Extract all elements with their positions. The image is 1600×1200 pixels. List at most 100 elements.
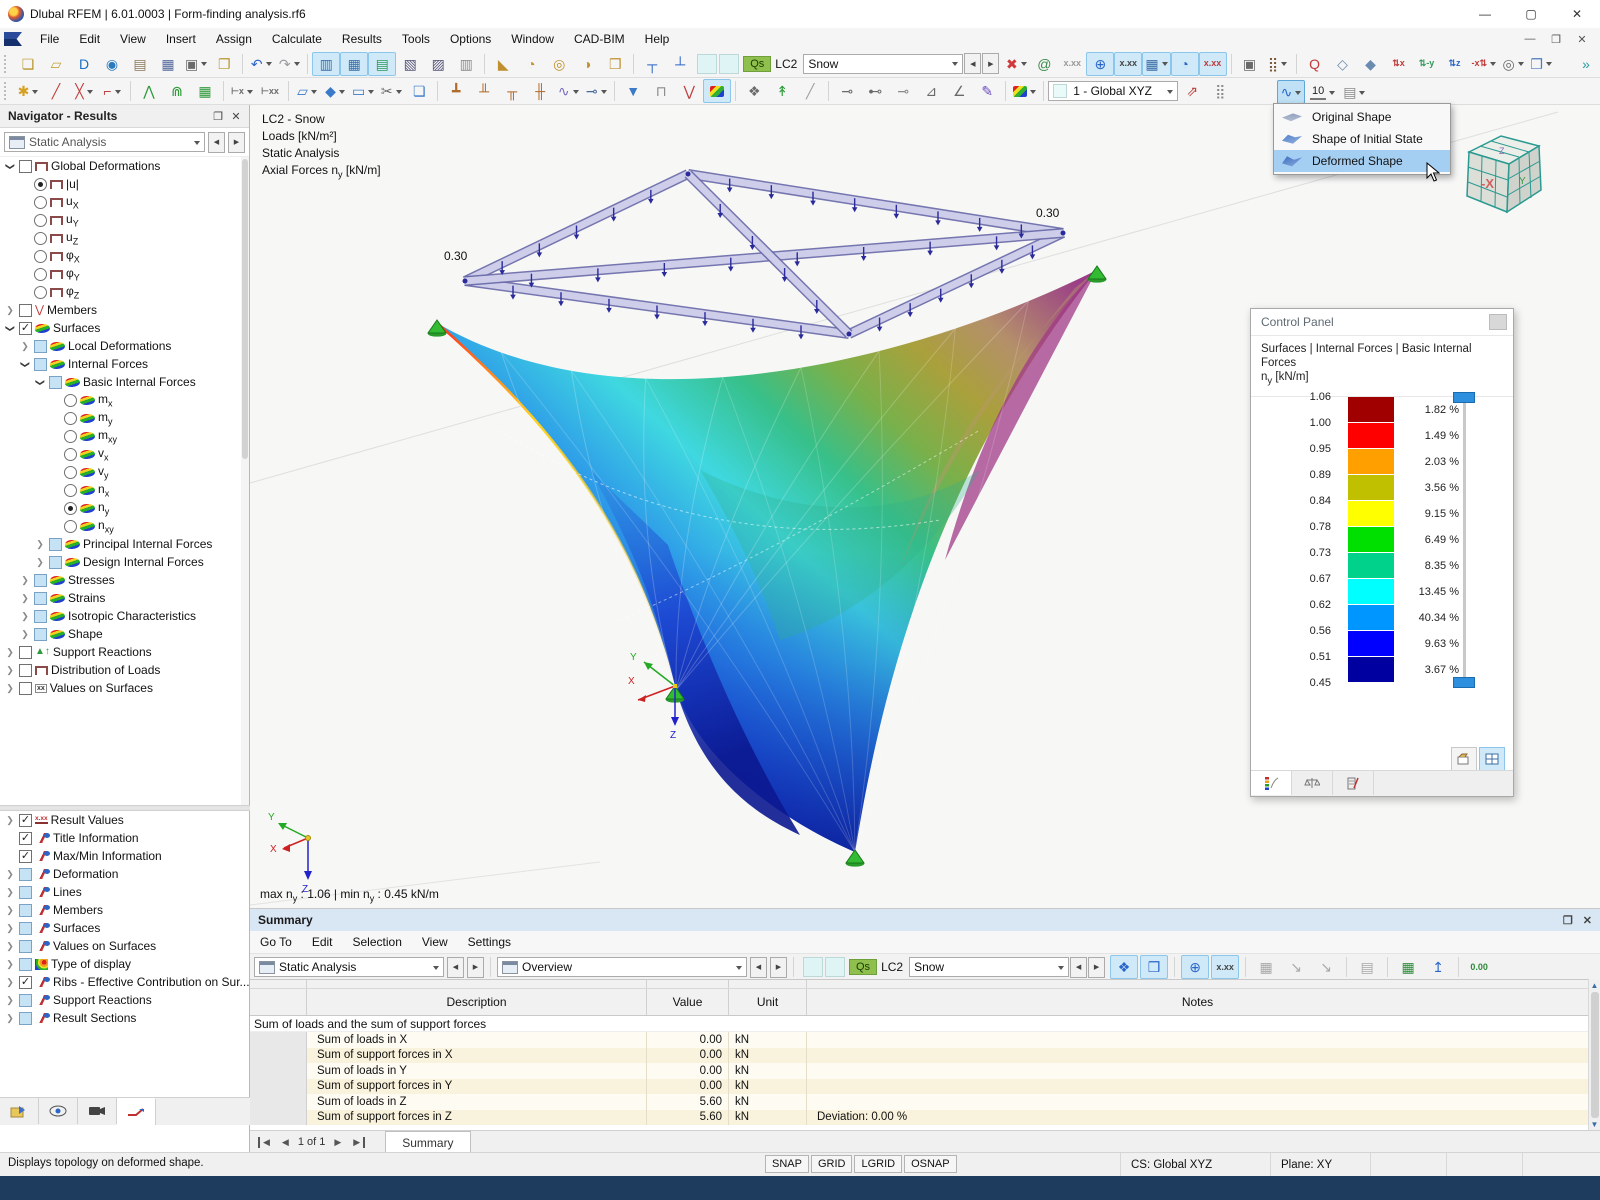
checkbox-pa[interactable] <box>19 885 32 899</box>
result-section-3-icon[interactable]: ⊸ <box>889 79 917 103</box>
toggle-snap[interactable]: SNAP <box>765 1155 809 1173</box>
toggle-osnap[interactable]: OSNAP <box>904 1155 957 1173</box>
display-item-result-sections[interactable]: ❯ Result Sections <box>0 1009 250 1027</box>
printout-report-icon[interactable]: ❐ <box>210 52 238 76</box>
analysis-type-combo[interactable]: Static Analysis <box>4 132 205 152</box>
checkbox-pa[interactable] <box>19 957 32 971</box>
display-item-type-of-display[interactable]: ❯ Type of display <box>0 955 250 973</box>
ucs-icon[interactable]: ⇗ <box>1178 79 1206 103</box>
filter-loads-icon[interactable]: ✖ <box>1002 52 1030 76</box>
member-diagram-frame-icon[interactable]: ⊓ <box>647 79 675 103</box>
checkbox-pa[interactable] <box>19 1011 32 1025</box>
tree-item-internal-forces[interactable]: ❯ Internal Forces <box>0 355 241 373</box>
expander-icon[interactable]: ❯ <box>4 305 16 316</box>
tree-item-local-deformations[interactable]: ❯ Local Deformations <box>0 337 241 355</box>
result-section-4-icon[interactable]: ⊿ <box>917 79 945 103</box>
summary-analysis-combo[interactable]: Static Analysis <box>254 957 444 977</box>
page-first-button[interactable]: ◀ <box>258 1136 273 1148</box>
expander-icon[interactable]: ❯ <box>4 1013 16 1024</box>
radio-unselected[interactable] <box>64 411 77 425</box>
dimension-x-icon[interactable]: ⊢x <box>228 79 256 103</box>
tree-item-m[interactable]: mx <box>0 391 241 409</box>
tree-item-surfaces[interactable]: ❯ ✓ Surfaces <box>0 319 241 337</box>
insert-node-top-icon[interactable]: ┬ <box>638 52 666 76</box>
checkbox-pa[interactable] <box>34 627 47 641</box>
deformed-shape-button[interactable]: ∿ <box>1277 80 1305 104</box>
summary-menu-edit[interactable]: Edit <box>302 932 343 952</box>
new-opening-icon[interactable]: ▭ <box>349 79 377 103</box>
tab-filter[interactable] <box>1333 771 1374 795</box>
result-section-5-icon[interactable]: ∠ <box>945 79 973 103</box>
expander-icon[interactable]: ❯ <box>4 815 16 826</box>
tab-data-navigator[interactable] <box>0 1098 39 1124</box>
toolbar-lc-prev[interactable]: ◀ <box>964 53 982 74</box>
tree-item-design-internal-forces[interactable]: ❯ Design Internal Forces <box>0 553 241 571</box>
table-filtered-icon[interactable]: ▤ <box>368 51 397 76</box>
save-icon[interactable]: ▦ <box>154 52 182 76</box>
navigator-close-icon[interactable]: ✕ <box>227 110 245 123</box>
network-icon[interactable]: ◉ <box>98 52 126 76</box>
report-icon[interactable]: ▤ <box>1353 955 1381 979</box>
table-row[interactable]: Sum of support forces in X 0.00 kN <box>250 1047 1588 1063</box>
control-panel-header[interactable]: Control Panel <box>1251 309 1513 336</box>
expander-icon[interactable]: ❯ <box>5 160 16 172</box>
radio-unselected[interactable] <box>64 429 77 443</box>
dimension-xx-icon[interactable]: ⊢xx <box>256 79 284 103</box>
display-item-values-on-surfaces[interactable]: ❯ Values on Surfaces <box>0 937 250 955</box>
iso-values-icon[interactable]: ❖ <box>740 79 768 103</box>
tree-item-m[interactable]: mxy <box>0 427 241 445</box>
tree-item-u[interactable]: uX <box>0 193 241 211</box>
menu-file[interactable]: File <box>30 29 69 49</box>
display-item-support-reactions[interactable]: ❯ Support Reactions <box>0 991 250 1009</box>
menu-tools[interactable]: Tools <box>392 29 440 49</box>
lc-swatch-icon[interactable] <box>803 957 823 977</box>
menu-options[interactable]: Options <box>440 29 501 49</box>
panel-options-button[interactable] <box>1451 747 1477 771</box>
diagram-one-icon[interactable]: ↘ <box>1282 955 1310 979</box>
tree-item-n[interactable]: nxy <box>0 517 241 535</box>
checkbox-pa[interactable] <box>19 903 32 917</box>
color-scale-icon[interactable] <box>1010 79 1039 103</box>
decimal-places-icon[interactable]: 0.00 <box>1465 955 1493 979</box>
table-results-icon[interactable]: ▥ <box>312 51 341 76</box>
checkbox-pa[interactable] <box>19 921 32 935</box>
mdi-restore-button[interactable]: ❐ <box>1544 29 1568 49</box>
expander-icon[interactable]: ❯ <box>4 683 16 694</box>
table-row[interactable]: Sum of loads in Y 0.00 kN <box>250 1063 1588 1079</box>
tab-color-scale[interactable] <box>1251 771 1292 795</box>
expander-icon[interactable]: ❯ <box>4 665 16 676</box>
show-loads-icon[interactable]: @ <box>1030 52 1058 76</box>
result-diagram-icon[interactable]: ◔ <box>1170 51 1199 76</box>
result-table-icon[interactable]: ▦ <box>1142 51 1171 76</box>
tree-item-members[interactable]: ❯ ⋁ Members <box>0 301 241 319</box>
tree-item--[interactable]: φX <box>0 247 241 265</box>
isometric-view-icon[interactable]: ◇ <box>1329 52 1357 76</box>
scale-slider-handle-bottom[interactable] <box>1453 677 1475 688</box>
tree-item-n[interactable]: nx <box>0 481 241 499</box>
summary-close-icon[interactable]: ✕ <box>1583 914 1592 927</box>
checkbox-pa[interactable] <box>34 609 47 623</box>
status-plane[interactable]: Plane: XY <box>1270 1153 1370 1177</box>
table-plain-icon[interactable]: ▥ <box>452 52 480 76</box>
expander-icon[interactable]: ❯ <box>4 959 16 970</box>
menu-edit[interactable]: Edit <box>69 29 110 49</box>
expander-icon[interactable]: ❯ <box>35 376 46 388</box>
tree-item-isotropic-characteristics[interactable]: ❯ Isotropic Characteristics <box>0 607 241 625</box>
summary-load-case-combo[interactable]: Snow <box>909 957 1070 977</box>
tree-item-v[interactable]: vx <box>0 445 241 463</box>
display-item-result-values[interactable]: ❯ ✓ x.xx Result Values <box>0 811 250 829</box>
summary-menu-view[interactable]: View <box>412 932 458 952</box>
expander-icon[interactable]: ❯ <box>34 539 46 550</box>
checkbox-pa[interactable] <box>49 555 62 569</box>
summary-lc-next[interactable]: ▶ <box>1088 956 1106 978</box>
tree-item-u[interactable]: uY <box>0 211 241 229</box>
lc-swatch-icon[interactable] <box>719 53 740 74</box>
menu-item-shape-of-initial-state[interactable]: Shape of Initial State <box>1274 128 1450 150</box>
tab-display-navigator[interactable] <box>39 1098 78 1124</box>
visibility-cubes-icon[interactable]: ❒ <box>1527 52 1555 76</box>
result-values-icon[interactable]: x.xx <box>1114 51 1143 76</box>
close-button[interactable]: ✕ <box>1554 0 1600 28</box>
tree-item-support-reactions[interactable]: ❯ ▲↑ Support Reactions <box>0 643 241 661</box>
display-item-surfaces[interactable]: ❯ Surfaces <box>0 919 250 937</box>
radio-unselected[interactable] <box>34 267 47 281</box>
